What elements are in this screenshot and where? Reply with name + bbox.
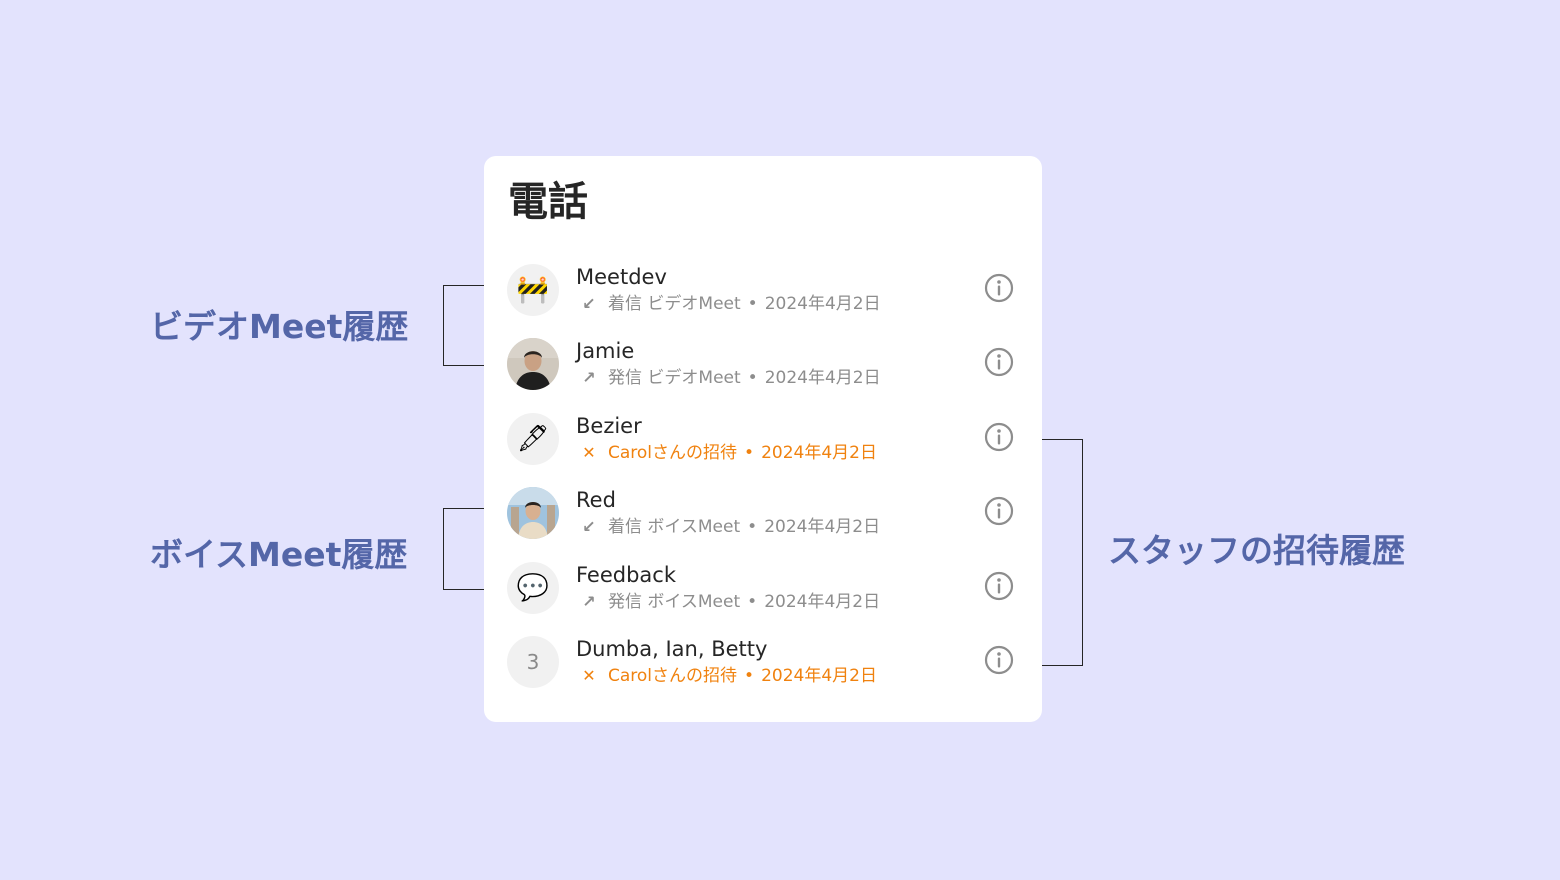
call-list: 🚧 Meetdev ↙ 着信 ビデオMeet • 2024年4月2日 Jamie… [484,252,1042,698]
call-name: Dumba, Ian, Betty [576,636,768,661]
outgoing-arrow-icon: ↗ [582,591,596,611]
call-meta: ✕ Carolさんの招待 • 2024年4月2日 [580,665,877,687]
call-name: Bezier [576,413,642,438]
call-row-feedback[interactable]: 💬 Feedback ↗ 発信 ボイスMeet • 2024年4月2日 [484,550,1042,624]
call-date: 2024年4月2日 [764,517,881,538]
call-name: Meetdev [576,265,667,289]
info-icon[interactable] [984,571,1014,601]
info-icon[interactable] [984,645,1014,675]
call-date: 2024年4月2日 [764,294,881,314]
info-icon[interactable] [984,422,1014,452]
call-meta: ↙ 着信 ボイスMeet • 2024年4月2日 [580,516,880,538]
cross-icon: ✕ [582,442,596,462]
person-photo-icon [507,338,559,391]
call-type: Carolさんの招待 [608,442,738,463]
call-meta: ↗ 発信 ボイスMeet • 2024年4月2日 [580,591,880,613]
cross-icon: ✕ [582,665,596,685]
video-history-label: ビデオMeet履歴 [150,307,409,346]
person-photo-icon [507,487,559,540]
construction-icon: 🚧 [507,264,559,316]
pen-icon: 🖋 [507,412,559,465]
separator: • [744,442,755,463]
speech-bubble-icon: 💬 [507,561,559,614]
call-row-bezier[interactable]: 🖋 Bezier ✕ Carolさんの招待 • 2024年4月2日 [484,401,1042,475]
video-history-bracket [443,285,484,366]
call-name: Feedback [576,562,677,587]
member-count-avatar: 3 [507,635,559,688]
page: { "panel": { "title": "電話", "calls": [ {… [0,0,1560,880]
info-icon[interactable] [984,273,1014,303]
call-type: 発信 ボイスMeet [608,591,741,612]
call-name: Jamie [576,339,635,364]
avatar [507,338,559,391]
invite-history-bracket [1042,439,1083,666]
call-meta: ✕ Carolさんの招待 • 2024年4月2日 [580,442,877,464]
call-type: Carolさんの招待 [608,665,738,686]
call-date: 2024年4月2日 [764,591,881,612]
incoming-arrow-icon: ↙ [582,517,596,537]
call-meta: ↙ 着信 ビデオMeet • 2024年4月2日 [580,293,881,315]
panel-title: 電話 [508,179,588,225]
call-date: 2024年4月2日 [764,368,881,389]
call-date: 2024年4月2日 [761,665,877,686]
call-type: 発信 ビデオMeet [608,368,741,389]
separator: • [747,294,758,314]
separator: • [744,665,755,686]
call-type: 着信 ビデオMeet [608,294,741,314]
call-row-meetdev[interactable]: 🚧 Meetdev ↙ 着信 ビデオMeet • 2024年4月2日 [484,252,1042,326]
call-meta: ↗ 発信 ビデオMeet • 2024年4月2日 [580,367,881,389]
voice-history-label: ボイスMeet履歴 [150,535,408,574]
separator: • [747,517,758,538]
avatar [507,487,559,540]
outgoing-arrow-icon: ↗ [582,368,596,388]
calls-panel: 電話 🚧 Meetdev ↙ 着信 ビデオMeet • 2024年4月2日 Ja… [484,156,1042,722]
invite-history-label: スタッフの招待履歴 [1108,531,1405,570]
call-type: 着信 ボイスMeet [608,517,741,538]
incoming-arrow-icon: ↙ [582,294,596,313]
call-name: Red [576,488,616,513]
call-row-jamie[interactable]: Jamie ↗ 発信 ビデオMeet • 2024年4月2日 [484,326,1042,400]
call-date: 2024年4月2日 [761,442,877,463]
info-icon[interactable] [984,347,1014,377]
info-icon[interactable] [984,496,1014,526]
call-row-group[interactable]: 3 Dumba, Ian, Betty ✕ Carolさんの招待 • 2024年… [484,624,1042,698]
separator: • [747,591,758,612]
call-row-red[interactable]: Red ↙ 着信 ボイスMeet • 2024年4月2日 [484,475,1042,549]
separator: • [747,368,758,389]
voice-history-bracket [443,508,484,590]
